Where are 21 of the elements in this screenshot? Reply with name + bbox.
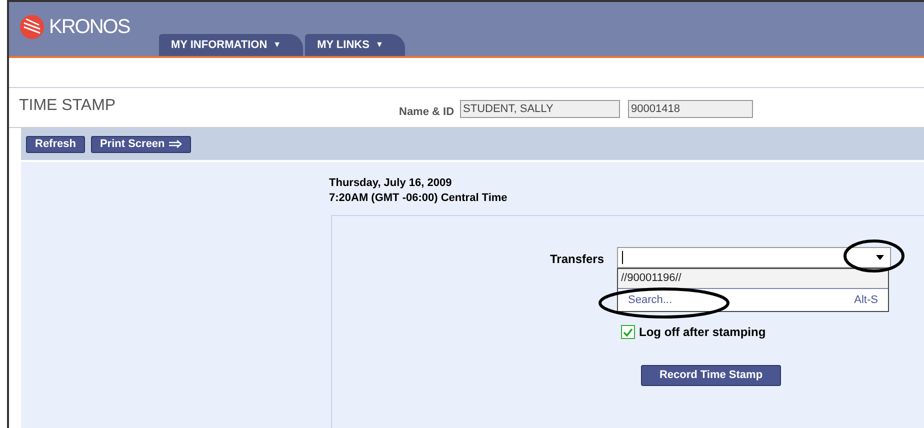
logo-icon [19,14,47,40]
dropdown-icon[interactable] [876,255,884,260]
id-field: 90001418 [628,100,754,118]
name-field: STUDENT, SALLY [460,100,620,118]
page-title: TIME STAMP [19,96,117,116]
time-text: 7:20AM (GMT -06:00) Central Time [329,191,508,206]
transfers-label: Transfers [550,251,604,268]
transfers-field[interactable] [617,247,891,268]
dropdown-item[interactable]: //90001196// [618,269,888,289]
record-time-stamp-button[interactable]: Record Time Stamp [641,365,781,386]
highlight-ellipse [843,238,905,274]
logo-text: KRONOS [49,15,130,40]
name-id-label: Name & ID [399,105,454,120]
print-screen-button[interactable]: Print Screen [90,136,191,152]
checkbox-label: Log off after stamping [639,324,766,341]
refresh-button[interactable]: Refresh [26,136,85,152]
date-text: Thursday, July 16, 2009 [329,176,452,191]
menu-tab[interactable]: MY INFORMATION ▼ [159,34,304,56]
checkbox[interactable] [621,325,635,339]
menu-tab[interactable]: MY LINKS ▼ [305,34,406,56]
arrow-icon [168,140,182,148]
